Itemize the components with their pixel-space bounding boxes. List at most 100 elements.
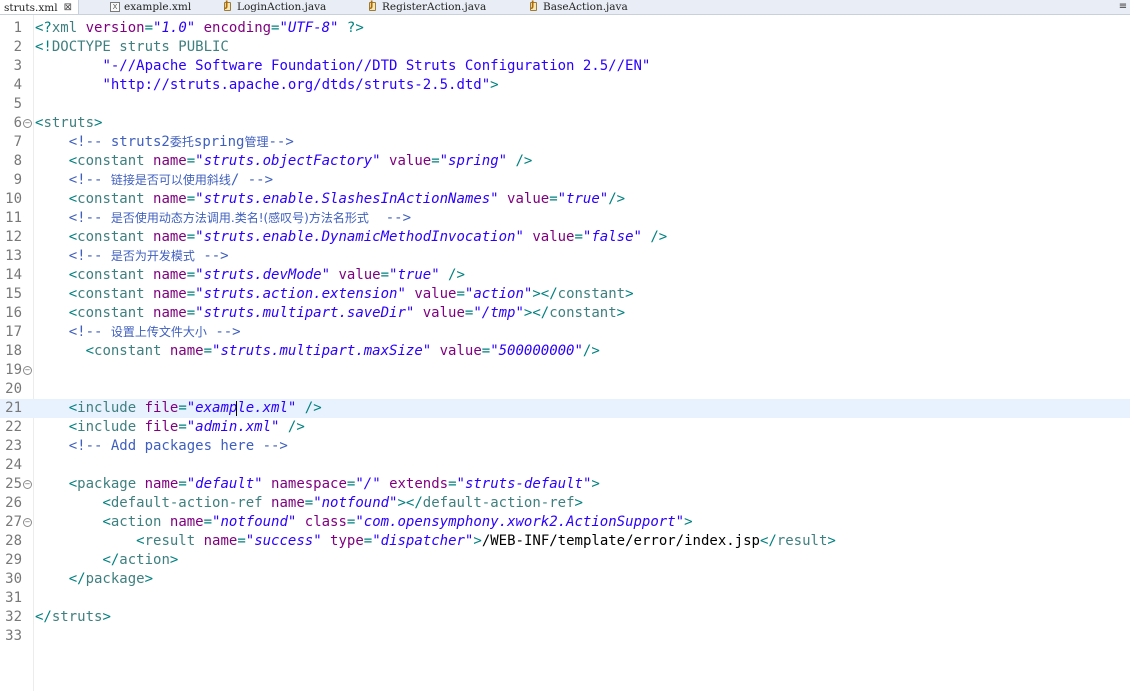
tab-loginaction-java[interactable]: LoginAction.java (219, 0, 330, 14)
code-text: <?xml version="1.0" encoding="UTF-8" ?> (35, 19, 364, 38)
code-line[interactable]: 20 (0, 380, 1130, 399)
code-line[interactable]: 13 <!-- 是否为开发模式 --> (0, 247, 1130, 266)
xml-file-icon: X (110, 2, 120, 12)
code-token: constant (77, 286, 154, 302)
code-line[interactable]: 14 <constant name="struts.devMode" value… (0, 266, 1130, 285)
code-line[interactable]: 12 <constant name="struts.enable.Dynamic… (0, 228, 1130, 247)
code-token: "spring" (439, 153, 508, 169)
tab-list-menu-icon[interactable]: ≡ (1116, 0, 1130, 14)
code-line[interactable]: 18 <constant name="struts.multipart.maxS… (0, 342, 1130, 361)
code-token: = (178, 476, 187, 492)
code-token: < (102, 495, 111, 511)
code-token: /> (582, 343, 600, 359)
code-token: "admin.xml" (186, 419, 280, 435)
code-line[interactable]: 19− (0, 361, 1130, 380)
code-token: < (68, 191, 78, 207)
code-line[interactable]: 31 (0, 589, 1130, 608)
code-token: = (186, 153, 196, 169)
code-line[interactable]: 22 <include file="admin.xml" /> (0, 418, 1130, 437)
line-number: 5 (13, 96, 22, 112)
code-token: = (456, 286, 465, 302)
code-token: > (473, 533, 482, 549)
code-line[interactable]: 9 <!-- 链接是否可以使用斜线/ --> (0, 171, 1130, 190)
code-token: = (186, 191, 196, 207)
code-line[interactable]: 30 </package> (0, 570, 1130, 589)
code-line[interactable]: 23 <!-- Add packages here --> (0, 437, 1130, 456)
close-tab-icon[interactable]: ⊠ (64, 2, 72, 13)
code-token: /> (279, 419, 305, 435)
code-token: < (68, 305, 78, 321)
code-token: = (203, 514, 213, 530)
code-token: "false" (582, 229, 642, 245)
tab-baseaction-java[interactable]: BaseAction.java (525, 0, 632, 14)
tab-example-xml[interactable]: Xexample.xml (106, 0, 195, 14)
code-line[interactable]: 21 <include file="example.xml" /> (0, 399, 1130, 418)
fold-toggle-icon[interactable]: − (23, 366, 32, 375)
tab-struts-xml[interactable]: struts.xml ⊠ (0, 0, 79, 14)
code-text: <!-- 链接是否可以使用斜线/ --> (35, 171, 273, 190)
code-token: "1.0" (153, 20, 196, 36)
code-line[interactable]: 6− <struts> (0, 114, 1130, 133)
code-line[interactable]: 15 <constant name="struts.action.extensi… (0, 285, 1130, 304)
line-number: 27 (5, 514, 22, 530)
fold-toggle-icon[interactable]: − (23, 518, 32, 527)
code-token: 设置上传文件大小 (110, 325, 207, 339)
tab-label: struts.xml (4, 1, 58, 14)
code-line[interactable]: 24 (0, 456, 1130, 475)
code-line[interactable]: 25− <package name="default" namespace="/… (0, 475, 1130, 494)
code-line[interactable]: 28 <result name="success" type="dispatch… (0, 532, 1130, 551)
code-line[interactable]: 32 </struts> (0, 608, 1130, 627)
fold-toggle-icon[interactable]: − (23, 119, 32, 128)
code-token: </ (35, 609, 52, 625)
code-line[interactable]: 5 (0, 95, 1130, 114)
code-line[interactable]: 7 <!-- struts2委托spring管理--> (0, 133, 1130, 152)
code-text: <!DOCTYPE struts PUBLIC (35, 38, 229, 57)
code-line[interactable]: 27− <action name="notfound" class="com.o… (0, 513, 1130, 532)
code-text: </package> (35, 570, 153, 589)
code-line[interactable]: 33 (0, 627, 1130, 646)
code-token: class (296, 514, 347, 530)
code-token: > (625, 286, 634, 302)
code-token: <? (35, 20, 52, 36)
line-number: 24 (5, 457, 22, 473)
xml-editor[interactable]: 1 <?xml version="1.0" encoding="UTF-8" ?>… (0, 15, 1130, 691)
code-token: "struts.multipart.maxSize" (212, 343, 432, 359)
code-line[interactable]: 3 "-//Apache Software Foundation//DTD St… (0, 57, 1130, 76)
line-number: 33 (5, 628, 22, 644)
code-line[interactable]: 10 <constant name="struts.enable.Slashes… (0, 190, 1130, 209)
code-token: /> (641, 229, 668, 245)
code-line[interactable]: 1 <?xml version="1.0" encoding="UTF-8" ?> (0, 19, 1130, 38)
fold-toggle-icon[interactable]: − (23, 480, 32, 489)
line-number: 20 (5, 381, 22, 397)
code-token: DOCTYPE struts PUBLIC (51, 39, 229, 55)
code-token: xml (51, 20, 86, 36)
code-token: "struts.enable.DynamicMethodInvocation" (195, 229, 524, 245)
code-line[interactable]: 11 <!-- 是否使用动态方法调用.类名!(感叹号)方法名形式 --> (0, 209, 1130, 228)
code-token: name (271, 495, 305, 511)
code-text: <struts> (35, 114, 102, 133)
code-line[interactable]: 16 <constant name="struts.multipart.save… (0, 304, 1130, 323)
code-token: "-//Apache Software Foundation//DTD Stru… (102, 58, 651, 74)
tab-registeraction-java[interactable]: RegisterAction.java (364, 0, 490, 14)
code-token: "true" (557, 191, 609, 207)
code-line[interactable]: 26 <default-action-ref name="notfound"><… (0, 494, 1130, 513)
code-line[interactable]: 8 <constant name="struts.objectFactory" … (0, 152, 1130, 171)
code-token: = (363, 533, 373, 549)
code-token: encoding (195, 20, 272, 36)
line-number: 17 (5, 324, 22, 340)
code-token: --> (206, 324, 241, 340)
code-token: constant (77, 229, 154, 245)
code-text: <!-- struts2委托spring管理--> (35, 133, 294, 152)
code-line[interactable]: 2 <!DOCTYPE struts PUBLIC (0, 38, 1130, 57)
code-line[interactable]: 29 </action> (0, 551, 1130, 570)
code-line[interactable]: 17 <!-- 设置上传文件大小 --> (0, 323, 1130, 342)
code-line[interactable]: 4 "http://struts.apache.org/dtds/struts-… (0, 76, 1130, 95)
line-number: 10 (5, 191, 22, 207)
code-token: /> (608, 191, 626, 207)
